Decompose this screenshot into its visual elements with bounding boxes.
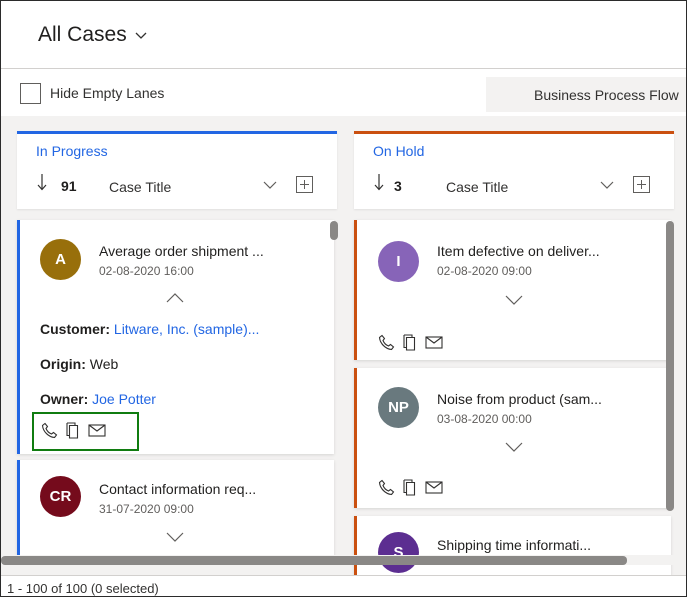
lane-header-in-progress: In Progress 91 Case Title <box>17 131 337 209</box>
origin-label: Origin: <box>40 356 86 372</box>
case-card[interactable]: S Shipping time informati... <box>354 516 671 576</box>
lane-header-on-hold: On Hold 3 Case Title <box>354 131 674 209</box>
chevron-up-icon[interactable] <box>166 293 184 303</box>
case-card[interactable]: I Item defective on deliver... 02-08-202… <box>354 220 671 360</box>
case-title[interactable]: Average order shipment ... <box>99 243 264 259</box>
app-frame: All Cases Hide Empty Lanes Business Proc… <box>0 0 687 597</box>
board-horizontal-scroll-thumb[interactable] <box>1 556 627 565</box>
lane-scrollbar[interactable] <box>330 221 338 240</box>
lane-sort-field[interactable]: Case Title <box>446 179 508 195</box>
avatar: CR <box>40 476 81 517</box>
case-card[interactable]: NP Noise from product (sam... 03-08-2020… <box>354 368 671 508</box>
view-selector[interactable]: All Cases <box>38 23 147 47</box>
case-date: 02-08-2020 16:00 <box>99 264 194 278</box>
sort-down-arrow-icon[interactable] <box>374 173 384 191</box>
customer-link[interactable]: Litware, Inc. (sample)... <box>114 321 260 337</box>
phone-icon[interactable] <box>377 478 395 496</box>
case-title[interactable]: Contact information req... <box>99 481 256 497</box>
chevron-down-icon[interactable] <box>263 179 277 191</box>
avatar: I <box>378 241 419 282</box>
owner-link[interactable]: Joe Potter <box>92 391 156 407</box>
owner-label: Owner: <box>40 391 89 407</box>
customer-field: Customer: Litware, Inc. (sample)... <box>40 321 259 337</box>
case-title[interactable]: Shipping time informati... <box>437 537 591 553</box>
origin-field: Origin: Web <box>40 356 118 372</box>
hide-empty-lanes-checkbox[interactable] <box>20 83 41 104</box>
case-date: 03-08-2020 00:00 <box>437 412 532 426</box>
chevron-down-icon[interactable] <box>505 295 523 305</box>
chevron-down-icon[interactable] <box>166 532 184 542</box>
sort-down-arrow-icon[interactable] <box>37 173 47 191</box>
record-summary: 1 - 100 of 100 (0 selected) <box>7 581 159 596</box>
customer-label: Customer: <box>40 321 111 337</box>
email-icon[interactable] <box>425 478 443 496</box>
avatar: S <box>378 532 419 573</box>
case-date: 02-08-2020 09:00 <box>437 264 532 278</box>
view-header: All Cases <box>1 1 686 69</box>
case-date: 31-07-2020 09:00 <box>99 502 194 516</box>
case-card[interactable]: CR Contact information req... 31-07-2020… <box>17 460 334 560</box>
lane-title: In Progress <box>36 143 108 159</box>
avatar: NP <box>378 387 419 428</box>
view-title: All Cases <box>38 23 127 46</box>
document-icon[interactable] <box>401 333 419 351</box>
lane-count: 91 <box>61 178 77 194</box>
add-icon[interactable] <box>633 176 650 193</box>
lane-count: 3 <box>394 178 402 194</box>
hide-empty-lanes-label: Hide Empty Lanes <box>50 85 165 101</box>
card-actions <box>377 333 443 351</box>
highlight-box <box>32 412 139 451</box>
phone-icon[interactable] <box>377 333 395 351</box>
case-title[interactable]: Item defective on deliver... <box>437 243 600 259</box>
case-title[interactable]: Noise from product (sam... <box>437 391 602 407</box>
email-icon[interactable] <box>425 333 443 351</box>
card-actions <box>377 478 443 496</box>
origin-value: Web <box>89 356 119 372</box>
lane-title: On Hold <box>373 143 425 159</box>
lane-sort-field[interactable]: Case Title <box>109 179 171 195</box>
status-footer: 1 - 100 of 100 (0 selected) <box>1 575 686 596</box>
avatar: A <box>40 239 81 280</box>
business-process-flow-button[interactable]: Business Process Flow <box>486 77 686 112</box>
document-icon[interactable] <box>401 478 419 496</box>
owner-field: Owner: Joe Potter <box>40 391 156 407</box>
add-icon[interactable] <box>296 176 313 193</box>
chevron-down-icon <box>135 32 147 39</box>
chevron-down-icon[interactable] <box>600 179 614 191</box>
chevron-down-icon[interactable] <box>505 442 523 452</box>
lane-scrollbar[interactable] <box>666 221 674 511</box>
